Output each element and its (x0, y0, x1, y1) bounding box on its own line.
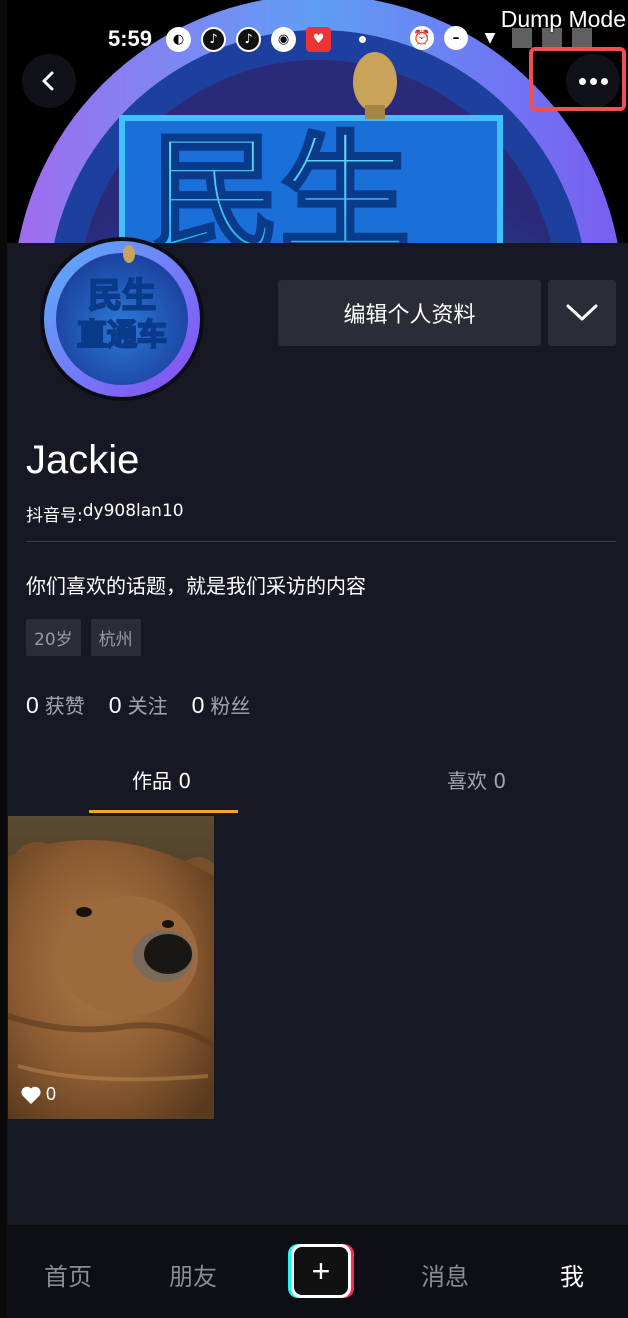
divider (26, 541, 616, 542)
profile-tags: 20岁 杭州 (26, 619, 141, 656)
svg-text:民生: 民生 (88, 276, 156, 316)
status-bar: 5:59 ◐ ♪ ♪ ◉ ♥ (108, 22, 384, 56)
dump-mode-label: Dump Mode (500, 6, 626, 32)
profile-bio[interactable]: 你们喜欢的话题，就是我们采访的内容 (26, 570, 366, 599)
more-notifications-dot (359, 35, 367, 43)
nav-me[interactable]: 我 (560, 1257, 584, 1292)
profile-dropdown-button[interactable] (548, 280, 616, 346)
followers-stat[interactable]: 0 粉丝 (192, 690, 251, 719)
tab-likes[interactable]: 喜欢 0 (447, 765, 506, 794)
active-tab-indicator (89, 810, 238, 813)
back-button[interactable] (22, 54, 76, 108)
bottom-nav: 首页 朋友 + 消息 我 (7, 1225, 628, 1318)
profile-main: 民生 直通车 编辑个人资料 Jackie 抖音号: dy908lan10 你们喜… (7, 237, 628, 1225)
tiktok-notification-icon: ♪ (236, 26, 262, 52)
tiktok-notification-icon: ♪ (201, 26, 227, 52)
notification-app-icon: ◐ (166, 26, 192, 52)
profile-name: Jackie (26, 438, 140, 482)
avatar[interactable]: 民生 直通车 (40, 237, 204, 401)
likes-count: 0 (26, 692, 39, 718)
douyin-id[interactable]: 抖音号: dy908lan10 (26, 501, 184, 526)
video-likes-count: 0 (46, 1084, 57, 1104)
content-tabs: 作品 0 喜欢 0 (7, 743, 628, 815)
nav-friends[interactable]: 朋友 (169, 1257, 217, 1292)
nav-home[interactable]: 首页 (44, 1257, 92, 1292)
do-not-disturb-icon: – (444, 26, 468, 50)
highlight-frame (529, 47, 626, 111)
browser-notification-icon: ◉ (271, 26, 297, 52)
video-thumbnail[interactable]: 0 (8, 816, 214, 1119)
status-time: 5:59 (108, 26, 153, 51)
heart-icon (21, 1086, 41, 1104)
following-count: 0 (108, 692, 122, 718)
bear-thumbnail-image (8, 816, 214, 1119)
tab-works[interactable]: 作品 0 (132, 765, 191, 794)
likes-label: 获赞 (44, 694, 85, 718)
following-stat[interactable]: 0 关注 (109, 690, 168, 719)
douyin-id-label: 抖音号: (26, 506, 83, 526)
location-tag[interactable]: 杭州 (90, 619, 141, 656)
video-likes: 0 (20, 1084, 56, 1105)
followers-label: 粉丝 (210, 694, 251, 718)
nav-messages[interactable]: 消息 (421, 1257, 469, 1292)
following-label: 关注 (127, 694, 168, 718)
avatar-image: 民生 直通车 (40, 237, 204, 401)
age-tag[interactable]: 20岁 (26, 619, 81, 656)
followers-count: 0 (191, 692, 205, 718)
alarm-icon: ⏰ (410, 26, 434, 50)
left-edge-strip (0, 0, 7, 1318)
app-notification-icon: ♥ (306, 26, 332, 52)
chevron-left-icon (42, 71, 54, 91)
wifi-icon: ▼ (484, 30, 496, 46)
douyin-id-value: dy908lan10 (82, 501, 184, 521)
plus-icon: + (294, 1247, 348, 1295)
svg-text:民生: 民生 (150, 119, 410, 243)
profile-stats: 0 获赞 0 关注 0 粉丝 (26, 690, 250, 719)
likes-stat[interactable]: 0 获赞 (26, 690, 85, 719)
svg-text:直通车: 直通车 (77, 318, 167, 353)
edit-profile-button[interactable]: 编辑个人资料 (278, 280, 541, 346)
create-button[interactable]: + (288, 1244, 354, 1298)
chevron-down-icon (566, 304, 598, 321)
